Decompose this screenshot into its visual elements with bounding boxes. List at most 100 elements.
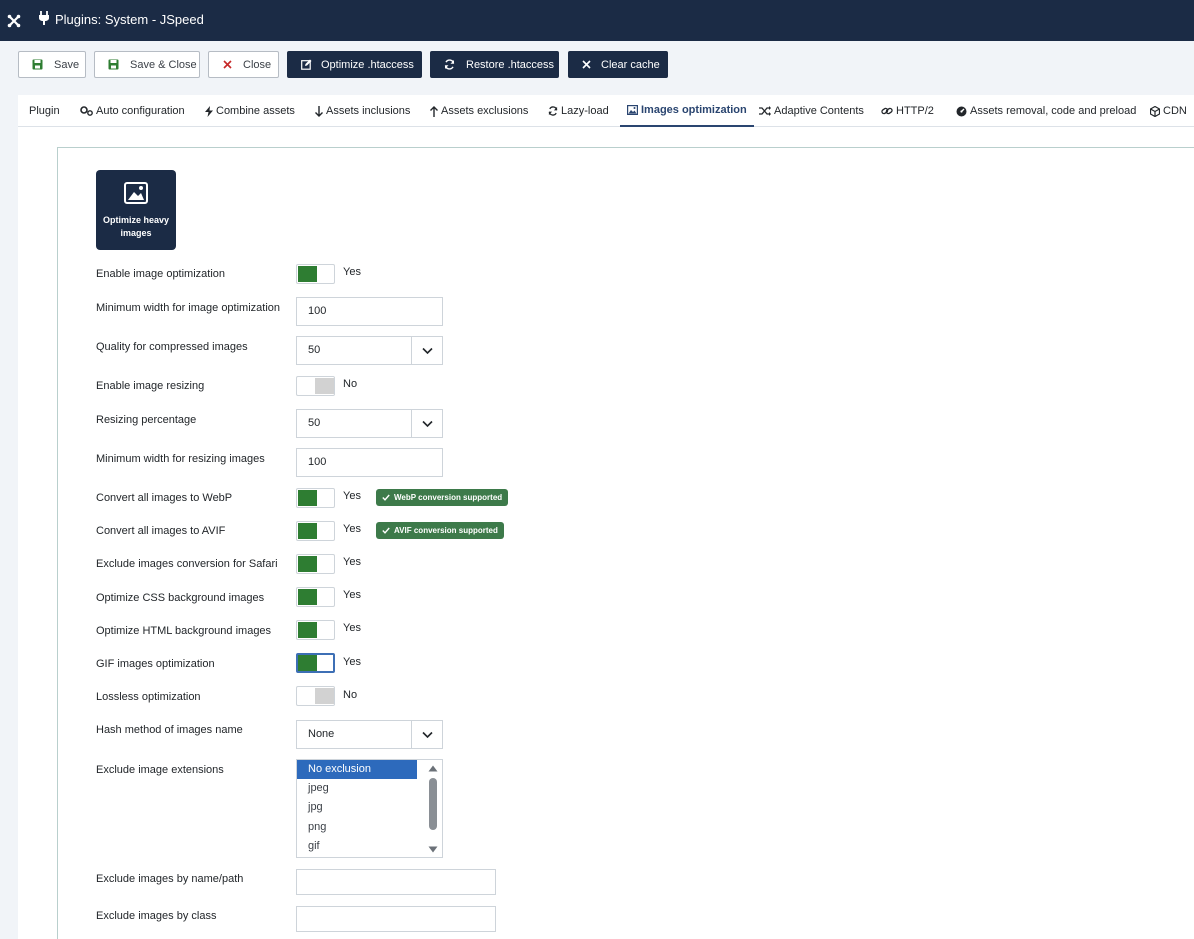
tab-label: Assets exclusions: [441, 105, 529, 117]
tab-combine-assets[interactable]: Combine assets: [205, 95, 295, 127]
image-icon: [96, 182, 176, 208]
exclude-name-input[interactable]: [296, 869, 496, 895]
avif-label: Convert all images to AVIF: [96, 525, 226, 537]
enable-optimization-toggle[interactable]: [296, 264, 335, 284]
list-option-no-exclusion[interactable]: No exclusion: [297, 760, 417, 779]
quality-label: Quality for compressed images: [96, 341, 248, 353]
list-option-gif[interactable]: gif: [297, 837, 417, 856]
restore-htaccess-button[interactable]: Restore .htaccess: [430, 51, 559, 78]
clear-cache-label: Clear cache: [601, 58, 660, 71]
min-width-resizing-value: 100: [308, 456, 327, 468]
gif-optimization-state: Yes: [343, 656, 361, 668]
min-width-optimization-label: Minimum width for image optimization: [96, 302, 281, 314]
close-button[interactable]: Close: [208, 51, 279, 78]
safari-exclusion-state: Yes: [343, 556, 361, 568]
css-background-state: Yes: [343, 589, 361, 601]
enable-resizing-toggle[interactable]: [296, 376, 335, 396]
tab-lazy-load[interactable]: Lazy-load: [548, 95, 609, 127]
toolbar: Save Save & Close Close Optimize .htacce…: [0, 41, 1194, 89]
tab-adaptive-contents[interactable]: Adaptive Contents: [759, 95, 864, 127]
tab-images-optimization[interactable]: Images optimization: [620, 95, 754, 127]
hash-method-select[interactable]: None: [296, 720, 443, 749]
exclude-class-input[interactable]: [296, 906, 496, 932]
optimize-heavy-images-button[interactable]: Optimize heavy images: [96, 170, 176, 250]
tab-label: Images optimization: [641, 104, 747, 116]
min-width-optimization-value: 100: [308, 305, 327, 317]
clear-cache-button[interactable]: Clear cache: [568, 51, 668, 78]
enable-resizing-label: Enable image resizing: [96, 380, 205, 392]
min-width-resizing-label: Minimum width for resizing images: [96, 453, 265, 465]
html-background-toggle[interactable]: [296, 620, 335, 640]
check-icon: [382, 494, 390, 501]
avif-badge-text: AVIF conversion supported: [394, 526, 498, 535]
arrow-down-icon: [315, 105, 323, 117]
check-icon: [382, 527, 390, 534]
hash-method-value: None: [308, 728, 335, 740]
css-background-label: Optimize CSS background images: [96, 592, 265, 604]
list-option-png[interactable]: png: [297, 818, 417, 837]
optimize-htaccess-button[interactable]: Optimize .htaccess: [287, 51, 422, 78]
tab-http2[interactable]: HTTP/2: [881, 95, 934, 127]
list-option-jpeg[interactable]: jpeg: [297, 779, 417, 798]
scroll-down-icon[interactable]: [428, 846, 438, 853]
quality-select[interactable]: 50: [296, 336, 443, 365]
tab-plugin[interactable]: Plugin: [29, 95, 60, 127]
optimize-button-label-line2: images: [120, 228, 152, 238]
save-icon: [108, 59, 119, 70]
lossless-state: No: [343, 689, 358, 701]
html-background-label: Optimize HTML background images: [96, 625, 272, 637]
tab-label: CDN: [1163, 105, 1187, 117]
list-option-jpg[interactable]: jpg: [297, 798, 417, 817]
tab-assets-inclusions[interactable]: Assets inclusions: [315, 95, 410, 127]
tab-cdn[interactable]: CDN: [1150, 95, 1187, 127]
tab-auto-configuration[interactable]: Auto configuration: [80, 95, 185, 127]
quality-value: 50: [308, 344, 321, 356]
bolt-icon: [205, 105, 213, 117]
joomla-icon[interactable]: [0, 0, 27, 41]
shuffle-icon: [759, 106, 771, 116]
scroll-up-icon[interactable]: [428, 765, 438, 772]
min-width-optimization-input[interactable]: 100: [296, 297, 443, 326]
webp-label: Convert all images to WebP: [96, 492, 233, 504]
save-label: Save: [54, 58, 80, 71]
tab-assets-exclusions[interactable]: Assets exclusions: [430, 95, 528, 127]
optimize-htaccess-label: Optimize .htaccess: [321, 58, 414, 71]
edit-icon: [301, 59, 312, 70]
exclude-extensions-listbox[interactable]: No exclusion jpeg jpg png gif: [296, 759, 443, 858]
save-close-label: Save & Close: [130, 58, 197, 71]
refresh-icon: [548, 106, 558, 116]
resizing-percentage-label: Resizing percentage: [96, 414, 197, 426]
lossless-label: Lossless optimization: [96, 691, 201, 703]
lossless-toggle[interactable]: [296, 686, 335, 706]
enable-resizing-state: No: [343, 378, 358, 390]
image-icon: [627, 105, 638, 115]
tab-assets-removal[interactable]: Assets removal, code and preload: [956, 95, 1136, 127]
webp-supported-badge: WebP conversion supported: [376, 489, 509, 506]
restore-htaccess-label: Restore .htaccess: [466, 58, 555, 71]
tab-bar: Plugin Auto configuration Combine assets…: [18, 95, 1194, 127]
tab-label: Assets removal, code and preload: [970, 105, 1137, 117]
css-background-toggle[interactable]: [296, 587, 335, 607]
avif-toggle[interactable]: [296, 521, 335, 541]
gif-optimization-label: GIF images optimization: [96, 658, 215, 670]
min-width-resizing-input[interactable]: 100: [296, 448, 443, 477]
top-header: Plugins: System - JSpeed: [0, 0, 1194, 41]
listbox-scrollbar[interactable]: [424, 760, 442, 857]
gif-optimization-toggle[interactable]: [296, 653, 335, 673]
avif-state: Yes: [343, 523, 361, 535]
resizing-percentage-select[interactable]: 50: [296, 409, 443, 438]
save-close-button[interactable]: Save & Close: [94, 51, 200, 78]
html-background-state: Yes: [343, 622, 361, 634]
arrow-up-icon: [430, 105, 438, 117]
link-icon: [881, 107, 893, 115]
safari-exclusion-toggle[interactable]: [296, 554, 335, 574]
chevron-down-icon: [422, 730, 433, 742]
tab-label: Plugin: [29, 105, 60, 117]
scrollbar-thumb[interactable]: [429, 778, 437, 830]
webp-toggle[interactable]: [296, 488, 335, 508]
refresh-icon: [444, 59, 455, 70]
settings-panel: [57, 147, 1194, 939]
safari-exclusion-label: Exclude images conversion for Safari: [96, 558, 278, 570]
save-button[interactable]: Save: [18, 51, 86, 78]
exclude-extensions-label: Exclude image extensions: [96, 764, 224, 776]
